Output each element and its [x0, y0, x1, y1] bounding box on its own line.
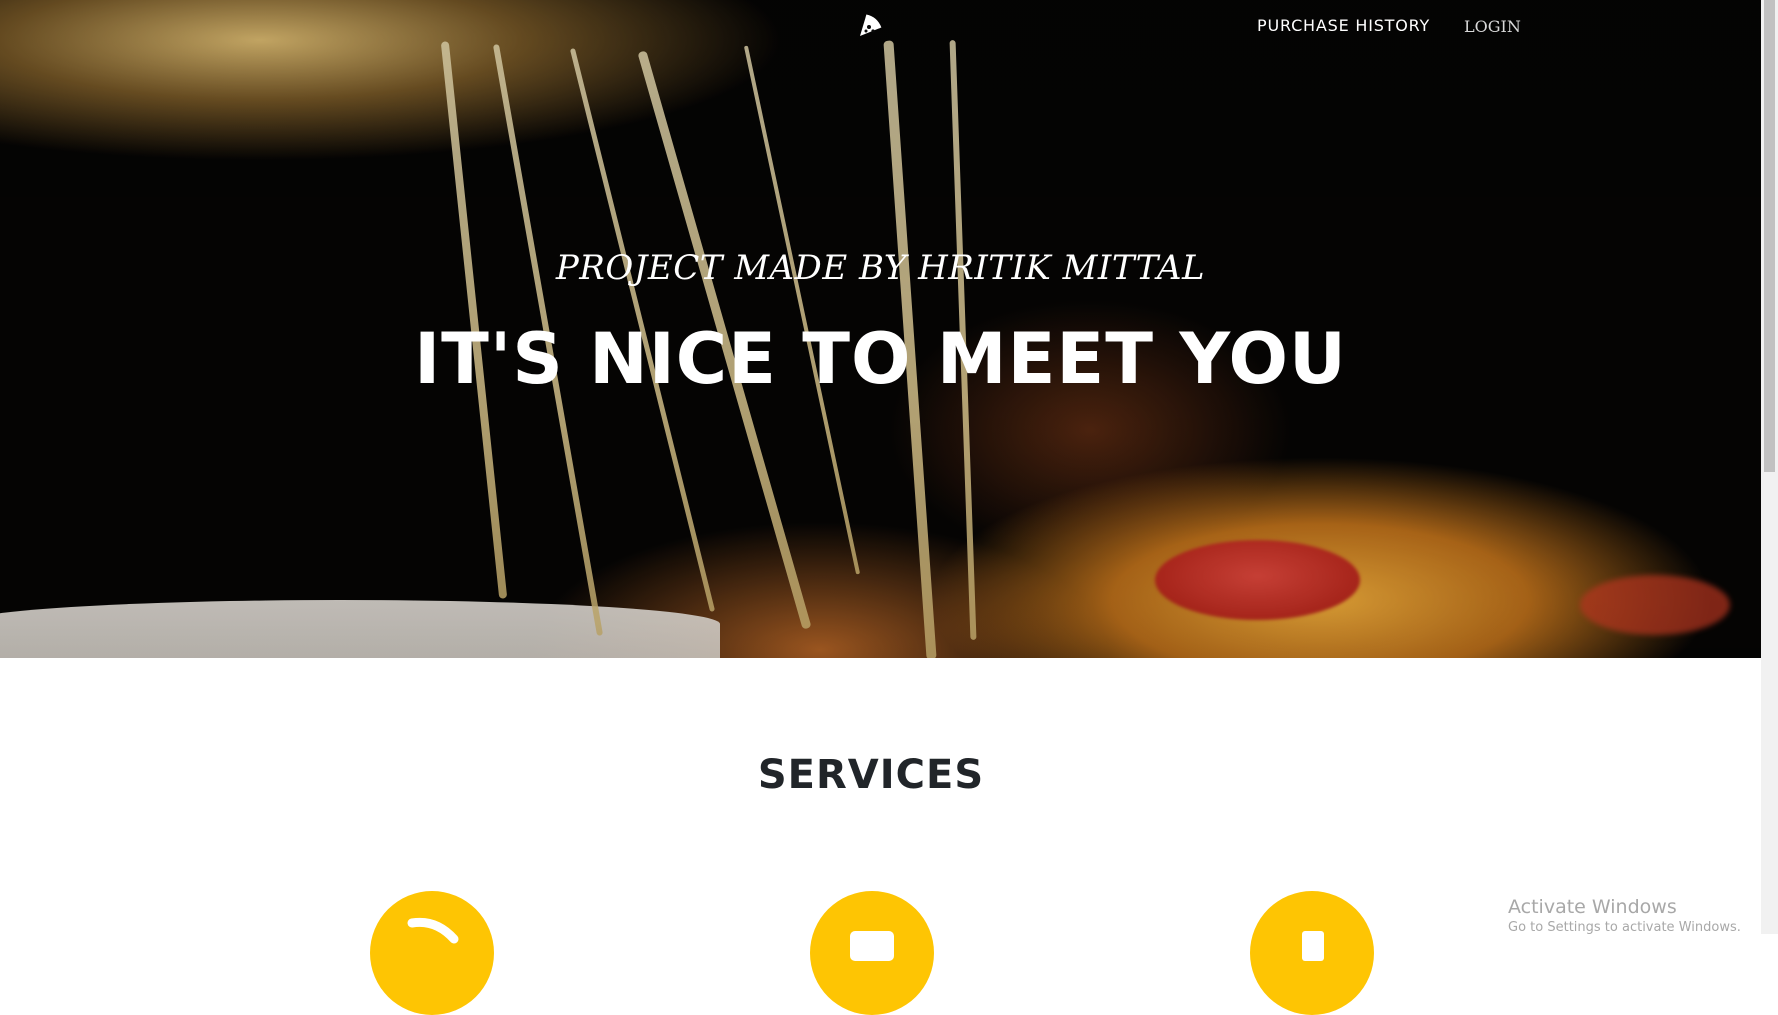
services-title: SERVICES: [757, 752, 985, 798]
service-cart-circle: [810, 891, 934, 1015]
hero-heading: IT'S NICE TO MEET YOU: [414, 318, 1347, 400]
service-pizza-circle: [370, 891, 494, 1015]
pizza-logo-icon[interactable]: [857, 12, 883, 38]
nav-purchase-history[interactable]: PURCHASE HISTORY: [1257, 16, 1430, 35]
activate-windows-subtitle: Go to Settings to activate Windows.: [1508, 920, 1741, 935]
service-laptop-circle: [1250, 891, 1374, 1015]
nav-login[interactable]: LOGIN: [1464, 17, 1521, 36]
shopping-cart-icon: [850, 931, 894, 961]
laptop-icon: [1302, 931, 1324, 961]
scrollbar-thumb[interactable]: [1764, 0, 1775, 472]
vertical-scrollbar[interactable]: [1761, 0, 1778, 934]
hero-section: PURCHASE HISTORY LOGIN PROJECT MADE BY H…: [0, 0, 1761, 658]
pizza-slice-icon: [407, 917, 459, 944]
activate-windows-title: Activate Windows: [1508, 896, 1677, 918]
hero-subheading: PROJECT MADE BY HRITIK MITTAL: [555, 248, 1206, 288]
